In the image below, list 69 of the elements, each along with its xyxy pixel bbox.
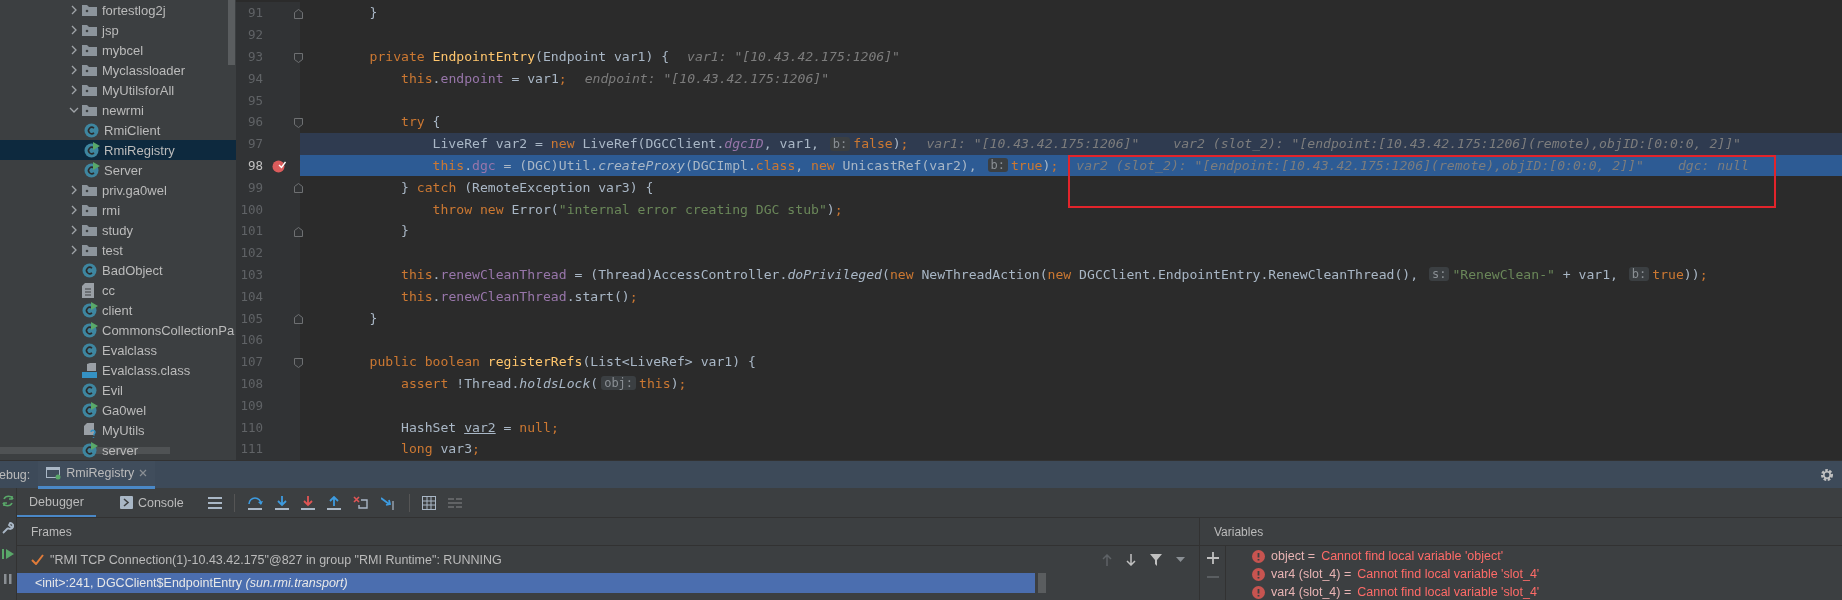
tree-item[interactable]: mybcel bbox=[0, 40, 236, 60]
debugger-tab[interactable]: Console bbox=[107, 488, 196, 517]
tree-item[interactable]: fortestlog2j bbox=[0, 0, 236, 20]
tree-item[interactable]: MyUtilsforAll bbox=[0, 80, 236, 100]
code-text: } catch (RemoteException var3) { bbox=[400, 179, 654, 195]
tree-item[interactable]: BadObject bbox=[0, 260, 236, 280]
code-text: this.renewCleanThread.start(); bbox=[400, 288, 638, 304]
value-hint: var1: "[10.43.42.175:1206]" bbox=[926, 136, 1140, 152]
tree-item[interactable]: jsp bbox=[0, 20, 236, 40]
code-text: } bbox=[368, 310, 378, 326]
tree-item[interactable]: RmiClient bbox=[0, 120, 236, 140]
tree-item[interactable]: server bbox=[0, 440, 236, 460]
frames-title: Frames bbox=[17, 518, 1199, 546]
code-text: "RenewClean-" + var1, bbox=[1452, 266, 1619, 282]
tree-item[interactable]: study bbox=[0, 220, 236, 240]
code-text: throw new Error("internal error creating DGC stub"); bbox=[431, 201, 843, 217]
code-text: true); bbox=[1010, 157, 1059, 173]
variable-name: object = bbox=[1271, 549, 1316, 563]
code-text: assert !Thread.holdsLock( bbox=[400, 375, 599, 391]
tree-item[interactable]: RmiRegistry bbox=[0, 140, 236, 160]
variable-value: Cannot find local variable 'slot_4' bbox=[1357, 567, 1540, 581]
stack-frame[interactable]: <init>:241, DGCClient$EndpointEntry (sun.rmi.transport) bbox=[17, 573, 1035, 593]
code-text: long var3; bbox=[400, 441, 480, 457]
parameter-hint: obj: bbox=[601, 376, 637, 391]
code-text: this.endpoint = var1; bbox=[400, 70, 567, 86]
tree-item[interactable]: CommonsCollectionPa bbox=[0, 320, 236, 340]
thread-label: "RMI TCP Connection(1)-10.43.42.175"@827 in group "RMI Runtime": RUNNING bbox=[50, 552, 502, 567]
variable-name: var4 (slot_4) = bbox=[1271, 567, 1352, 581]
value-hint: var2 (slot_2): "[endpoint:[10.43.42.175:1206](remote),objID:[0:0:0, 2]]" bbox=[1076, 157, 1644, 173]
parameter-hint: b: bbox=[987, 158, 1008, 173]
tree-item[interactable]: MyUtils bbox=[0, 420, 236, 440]
parameter-hint: b: bbox=[1628, 267, 1650, 282]
value-hint: var2 (slot_2): "[endpoint:[10.43.42.175:1206](remote),objID:[0:0:0, 2]]" bbox=[1173, 136, 1741, 152]
code-text: } bbox=[400, 223, 409, 239]
code-text: this.renewCleanThread = (Thread)AccessController.doPrivileged(new NewThreadAction(new DGCClient.EndpointEntry.RenewCleanThread(), bbox=[400, 266, 1420, 282]
variable-name: var4 (slot_4) = bbox=[1271, 585, 1352, 599]
code-text: this); bbox=[639, 375, 687, 391]
code-text: public boolean registerRefs(List<LiveRef> var1) { bbox=[368, 354, 756, 370]
tree-item[interactable]: Evalclass.class bbox=[0, 360, 236, 380]
value-hint: dgc: null bbox=[1677, 157, 1749, 173]
tree-item[interactable]: cc bbox=[0, 280, 236, 300]
variable-value: Cannot find local variable 'slot_4' bbox=[1357, 585, 1540, 599]
tree-item[interactable]: client bbox=[0, 300, 236, 320]
tree-item[interactable]: Evalclass bbox=[0, 340, 236, 360]
code-text: private EndpointEntry(Endpoint var1) { bbox=[368, 49, 670, 64]
code-text: this.dgc = (DGC)Util.createProxy(DGCImpl.class, new UnicastRef(var2), bbox=[431, 157, 978, 173]
panel-title: ebug: bbox=[0, 467, 31, 482]
tree-item[interactable]: Server bbox=[0, 160, 236, 180]
debugger-tab[interactable]: Debugger bbox=[17, 488, 96, 517]
parameter-hint: s: bbox=[1428, 267, 1450, 282]
value-hint: endpoint: "[10.43.42.175:1206]" bbox=[584, 70, 830, 86]
tree-item[interactable]: newrmi bbox=[0, 100, 236, 120]
variables-title: Variables bbox=[1200, 518, 1842, 546]
tree-item[interactable]: priv.ga0wel bbox=[0, 180, 236, 200]
code-text: false); bbox=[853, 136, 909, 152]
variable-value: Cannot find local variable 'object' bbox=[1321, 549, 1504, 563]
tree-item[interactable]: Ga0wel bbox=[0, 400, 236, 420]
tree-item[interactable]: test bbox=[0, 240, 236, 260]
code-text: } bbox=[368, 5, 378, 21]
tree-item[interactable]: Evil bbox=[0, 380, 236, 400]
code-text: try { bbox=[400, 114, 441, 130]
tree-item[interactable]: Myclassloader bbox=[0, 60, 236, 80]
tree-item[interactable]: rmi bbox=[0, 200, 236, 220]
value-hint: var1: "[10.43.42.175:1206]" bbox=[687, 49, 900, 64]
line-number: 98 bbox=[246, 157, 263, 173]
code-text: LiveRef var2 = new LiveRef(DGCClient.dgcID, var1, bbox=[431, 136, 820, 152]
code-text: HashSet var2 = null; bbox=[400, 419, 559, 435]
parameter-hint: b: bbox=[829, 136, 851, 151]
code-text: true)); bbox=[1652, 266, 1708, 282]
